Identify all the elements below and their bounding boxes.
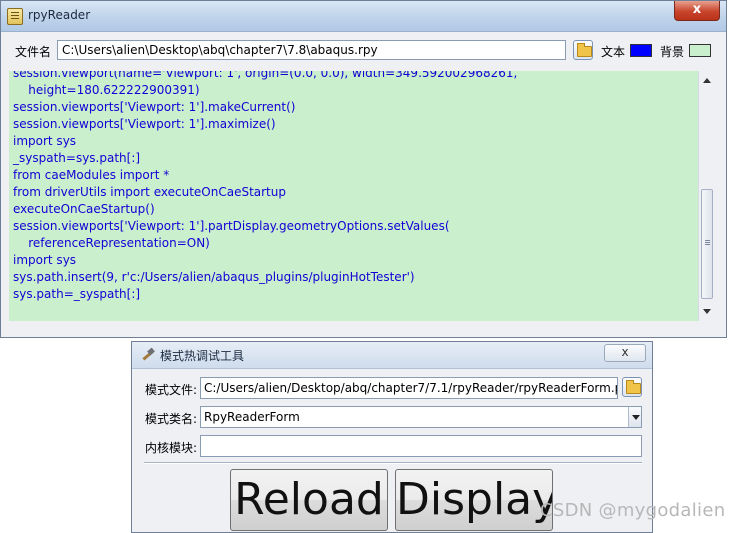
window-title: rpyReader [28, 8, 91, 22]
code-line: executeOnCaeStartup() [13, 202, 155, 216]
mode-file-input[interactable]: C:/Users/alien/Desktop/abq/chapter7/7.1/… [200, 377, 618, 399]
title-bar[interactable]: rpyReader x [1, 1, 726, 32]
folder-icon [577, 43, 592, 57]
mode-class-select[interactable]: RpyReaderForm [200, 406, 642, 428]
code-text-area[interactable]: session.viewport(name='Viewport: 1', ori… [9, 71, 698, 321]
file-path-input[interactable]: C:\Users\alien\Desktop\abq\chapter7\7.8\… [57, 40, 566, 60]
hammer-icon [141, 349, 155, 361]
display-button[interactable]: Display [395, 469, 553, 531]
folder-icon [626, 380, 641, 394]
code-line: sys.path=_syspath[:] [13, 287, 141, 301]
open-file-button[interactable] [573, 40, 593, 60]
vertical-scrollbar[interactable] [698, 71, 716, 321]
scroll-app-icon [7, 8, 23, 25]
code-line: _syspath=sys.path[:] [13, 151, 141, 165]
scroll-down-icon[interactable] [703, 309, 711, 314]
divider [144, 462, 642, 464]
code-line: sys.path.insert(9, r'c:/Users/alien/abaq… [13, 270, 415, 284]
mode-class-label: 模式类名: [145, 412, 198, 426]
kernel-module-label: 内核模块: [145, 441, 198, 455]
code-line: from caeModules import * [13, 168, 170, 182]
mode-file-label: 模式文件: [145, 383, 198, 397]
code-line: import sys [13, 253, 77, 267]
kernel-module-input[interactable] [200, 435, 642, 457]
browse-mode-file-button[interactable] [622, 377, 642, 397]
text-color-swatch[interactable] [630, 44, 652, 57]
bg-color-label: 背景 [660, 45, 685, 59]
dialog-title: 模式热调试工具 [160, 349, 245, 363]
file-name-label: 文件名 [15, 45, 52, 59]
scroll-thumb[interactable] [701, 189, 713, 299]
scroll-up-icon[interactable] [703, 78, 711, 83]
code-line: import sys [13, 134, 77, 148]
dialog-close-button[interactable]: x [604, 344, 646, 362]
code-line: from driverUtils import executeOnCaeStar… [13, 185, 286, 199]
chevron-down-icon[interactable] [628, 407, 641, 427]
code-line: session.viewports['Viewport: 1'].maximiz… [13, 117, 276, 131]
dialog-title-bar[interactable]: 模式热调试工具 x [132, 342, 652, 369]
code-line: session.viewports['Viewport: 1'].makeCur… [13, 100, 296, 114]
text-color-label: 文本 [601, 45, 626, 59]
code-line: session.viewport(name='Viewport: 1', ori… [13, 71, 518, 80]
code-line: session.viewports['Viewport: 1'].partDis… [13, 219, 450, 233]
close-button[interactable]: x [674, 1, 720, 21]
watermark: CSDN @mygodalien [540, 500, 726, 521]
grip-icon [705, 240, 710, 241]
code-line: referenceRepresentation=ON) [13, 236, 210, 250]
reload-button[interactable]: Reload [230, 469, 388, 531]
rpyreader-window: rpyReader x 文件名 C:\Users\alien\Desktop\a… [0, 0, 727, 338]
bg-color-swatch[interactable] [689, 44, 711, 57]
code-line: height=180.622222900391) [13, 83, 200, 97]
